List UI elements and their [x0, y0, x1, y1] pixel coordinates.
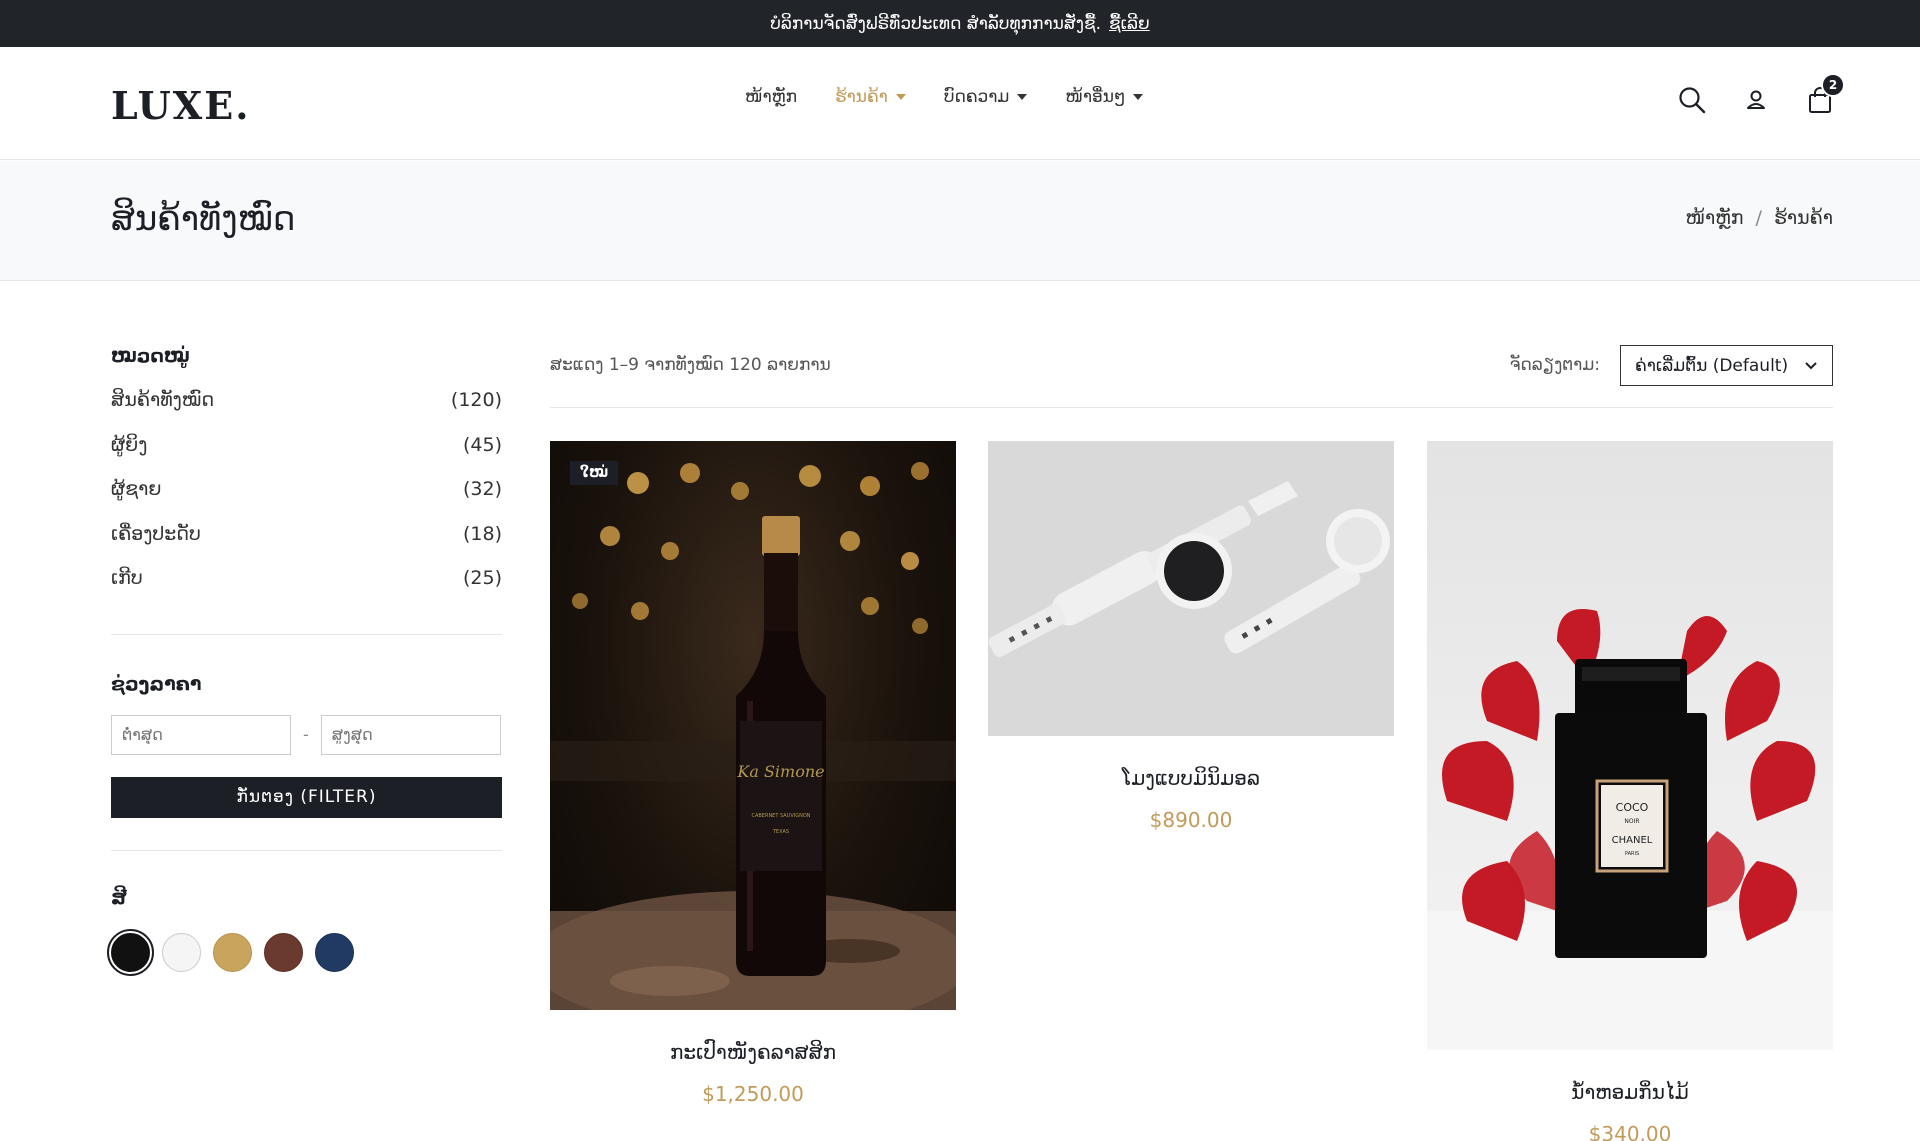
product-card[interactable]: ໂມງແບບມິນິມອລ $890.00 — [988, 441, 1394, 832]
product-price: $340.00 — [1588, 1122, 1672, 1141]
shopping-bag-icon[interactable]: 2 — [1805, 73, 1845, 115]
sidebar-divider — [111, 849, 502, 851]
breadcrumb-current: ຮ້ານຄ້າ — [1773, 207, 1833, 229]
product-name[interactable]: ນ້ຳຫອມກິ່ນໄມ້ — [1427, 1080, 1833, 1104]
nav-item-blog[interactable]: ບົດຄວາມ — [944, 87, 1028, 107]
category-label: ເຄື່ອງປະດັບ — [111, 522, 201, 545]
perfume-brand-name: CHANEL — [1612, 835, 1653, 846]
sort-label: ຈັດລຽງຕາມ: — [1509, 355, 1600, 375]
color-swatch-black[interactable] — [107, 928, 154, 976]
category-count: (45) — [462, 433, 502, 456]
product-price: $1,250.00 — [702, 1082, 804, 1106]
nav-item-label: ບົດຄວາມ — [943, 87, 1010, 107]
color-swatch-gold[interactable] — [213, 932, 252, 972]
color-heading: ສີ — [111, 886, 127, 909]
category-item[interactable]: ເຄື່ອງປະດັບ (18) — [111, 523, 502, 568]
logo[interactable]: LUXE. — [111, 83, 250, 128]
color-swatches — [107, 928, 502, 976]
color-swatch-white[interactable] — [162, 932, 201, 972]
filter-button[interactable]: ກັ່ນຕອງ (FILTER) — [111, 776, 502, 818]
nav-item-label: ໜ້າຫຼັກ — [745, 87, 797, 107]
categories-heading: ໝວດໝູ່ — [111, 345, 190, 367]
main-nav: ໜ້າຫຼັກ ຮ້ານຄ້າ ບົດຄວາມ ໜ້າອື່ນໆ — [745, 87, 1144, 107]
sort-select[interactable]: ຄ່າເລີ່ມຕົ້ນ (Default) — [1620, 345, 1833, 386]
search-icon[interactable] — [1677, 85, 1707, 115]
category-label: ຜູ້ຍິງ — [111, 433, 148, 456]
announcement-text: ບໍລິການຈັດສົ່ງຟຣີທົ່ວປະເທດ ສຳລັບທຸກການສັ… — [770, 13, 1101, 34]
product-card[interactable]: COCO NOIR CHANEL PARIS ນ້ຳຫອມກິ່ນໄມ້ $34… — [1427, 441, 1833, 1141]
price-min-input[interactable] — [111, 714, 291, 755]
page-title-band: ສິນຄ້າທັງໝົດ ໜ້າຫຼັກ / ຮ້ານຄ້າ — [0, 161, 1920, 281]
category-item[interactable]: ສິນຄ້າທັງໝົດ (120) — [111, 389, 502, 434]
category-item[interactable]: ຜູ້ຊາຍ (32) — [111, 478, 502, 523]
product-image[interactable]: Ka Simone CABERNET SAUVIGNON TEXAS ໃໝ່ — [550, 441, 956, 1010]
wine-bottle-image: Ka Simone CABERNET SAUVIGNON TEXAS — [550, 462, 956, 1010]
product-image[interactable] — [988, 441, 1394, 736]
category-label: ສິນຄ້າທັງໝົດ — [111, 389, 215, 411]
chevron-down-icon — [1017, 94, 1028, 100]
header-icons: 2 — [1677, 73, 1845, 115]
watch-image — [988, 481, 1390, 657]
product-card[interactable]: Ka Simone CABERNET SAUVIGNON TEXAS ໃໝ່ ກ… — [550, 441, 956, 1106]
breadcrumb-home[interactable]: ໜ້າຫຼັກ — [1685, 207, 1743, 229]
page-title: ສິນຄ້າທັງໝົດ — [111, 199, 296, 239]
nav-item-label: ຮ້ານຄ້າ — [834, 87, 888, 107]
price-max-input[interactable] — [320, 714, 501, 755]
product-name[interactable]: ກະເປົາໜັງຄລາສສິກ — [550, 1040, 956, 1064]
price-range-heading: ຊ່ວງລາຄາ — [111, 672, 202, 695]
cart-count-badge: 2 — [1821, 73, 1845, 97]
user-icon[interactable] — [1741, 85, 1771, 115]
category-label: ເກີບ — [111, 567, 143, 589]
wine-variety-text: CABERNET SAUVIGNON — [751, 813, 810, 819]
result-count: ສະແດງ 1–9 ຈາກທັງໝົດ 120 ລາຍການ — [550, 355, 831, 375]
category-label: ຜູ້ຊາຍ — [111, 478, 162, 500]
chevron-down-icon — [1133, 94, 1144, 100]
color-swatch-brown[interactable] — [264, 932, 303, 972]
product-price: $890.00 — [1149, 808, 1233, 832]
nav-item-shop[interactable]: ຮ້ານຄ້າ — [835, 87, 906, 107]
announcement-bar: ບໍລິການຈັດສົ່ງຟຣີທົ່ວປະເທດ ສຳລັບທຸກການສັ… — [0, 0, 1920, 47]
chevron-down-icon — [895, 94, 906, 100]
breadcrumb-separator: / — [1755, 207, 1762, 229]
sidebar-divider — [111, 633, 502, 635]
wine-label-text: Ka Simone — [736, 762, 824, 781]
new-badge: ໃໝ່ — [570, 461, 619, 485]
shop-toolbar: ສະແດງ 1–9 ຈາກທັງໝົດ 120 ລາຍການ ຈັດລຽງຕາມ… — [550, 345, 1833, 408]
nav-item-label: ໜ້າອື່ນໆ — [1065, 87, 1126, 107]
nav-item-home[interactable]: ໜ້າຫຼັກ — [745, 87, 797, 107]
category-count: (25) — [462, 567, 502, 589]
perfume-brand-top: COCO — [1616, 801, 1649, 814]
product-name[interactable]: ໂມງແບບມິນິມອລ — [988, 766, 1394, 790]
category-item[interactable]: ຜູ້ຍິງ (45) — [111, 434, 502, 479]
breadcrumb: ໜ້າຫຼັກ / ຮ້ານຄ້າ — [1685, 207, 1833, 229]
category-item[interactable]: ເກີບ (25) — [111, 567, 502, 612]
sort-select-value: ຄ່າເລີ່ມຕົ້ນ (Default) — [1635, 355, 1789, 376]
site-header: LUXE. ໜ້າຫຼັກ ຮ້ານຄ້າ ບົດຄວາມ ໜ້າອື່ນໆ 2 — [0, 47, 1920, 160]
wine-region-text: TEXAS — [772, 829, 789, 835]
perfume-image: COCO NOIR CHANEL PARIS — [1427, 609, 1833, 1050]
perfume-brand-mid: NOIR — [1624, 818, 1639, 825]
category-count: (18) — [462, 522, 502, 545]
perfume-brand-city: PARIS — [1625, 851, 1639, 857]
category-list: ສິນຄ້າທັງໝົດ (120) ຜູ້ຍິງ (45) ຜູ້ຊາຍ (32) … — [111, 389, 502, 612]
chevron-down-icon — [1805, 361, 1817, 369]
category-count: (120) — [450, 389, 502, 411]
filter-sidebar: ໝວດໝູ່ ສິນຄ້າທັງໝົດ (120) ຜູ້ຍິງ (45) ຜູ້ຊ… — [107, 345, 502, 976]
product-image[interactable]: COCO NOIR CHANEL PARIS — [1427, 441, 1833, 1050]
price-range-inputs: - — [111, 714, 502, 755]
nav-item-pages[interactable]: ໜ້າອື່ນໆ — [1065, 87, 1144, 107]
price-range-dash: - — [303, 725, 309, 744]
color-swatch-navy[interactable] — [315, 932, 354, 972]
announcement-link[interactable]: ຊື້ເລີຍ — [1109, 14, 1150, 34]
category-count: (32) — [462, 478, 502, 500]
